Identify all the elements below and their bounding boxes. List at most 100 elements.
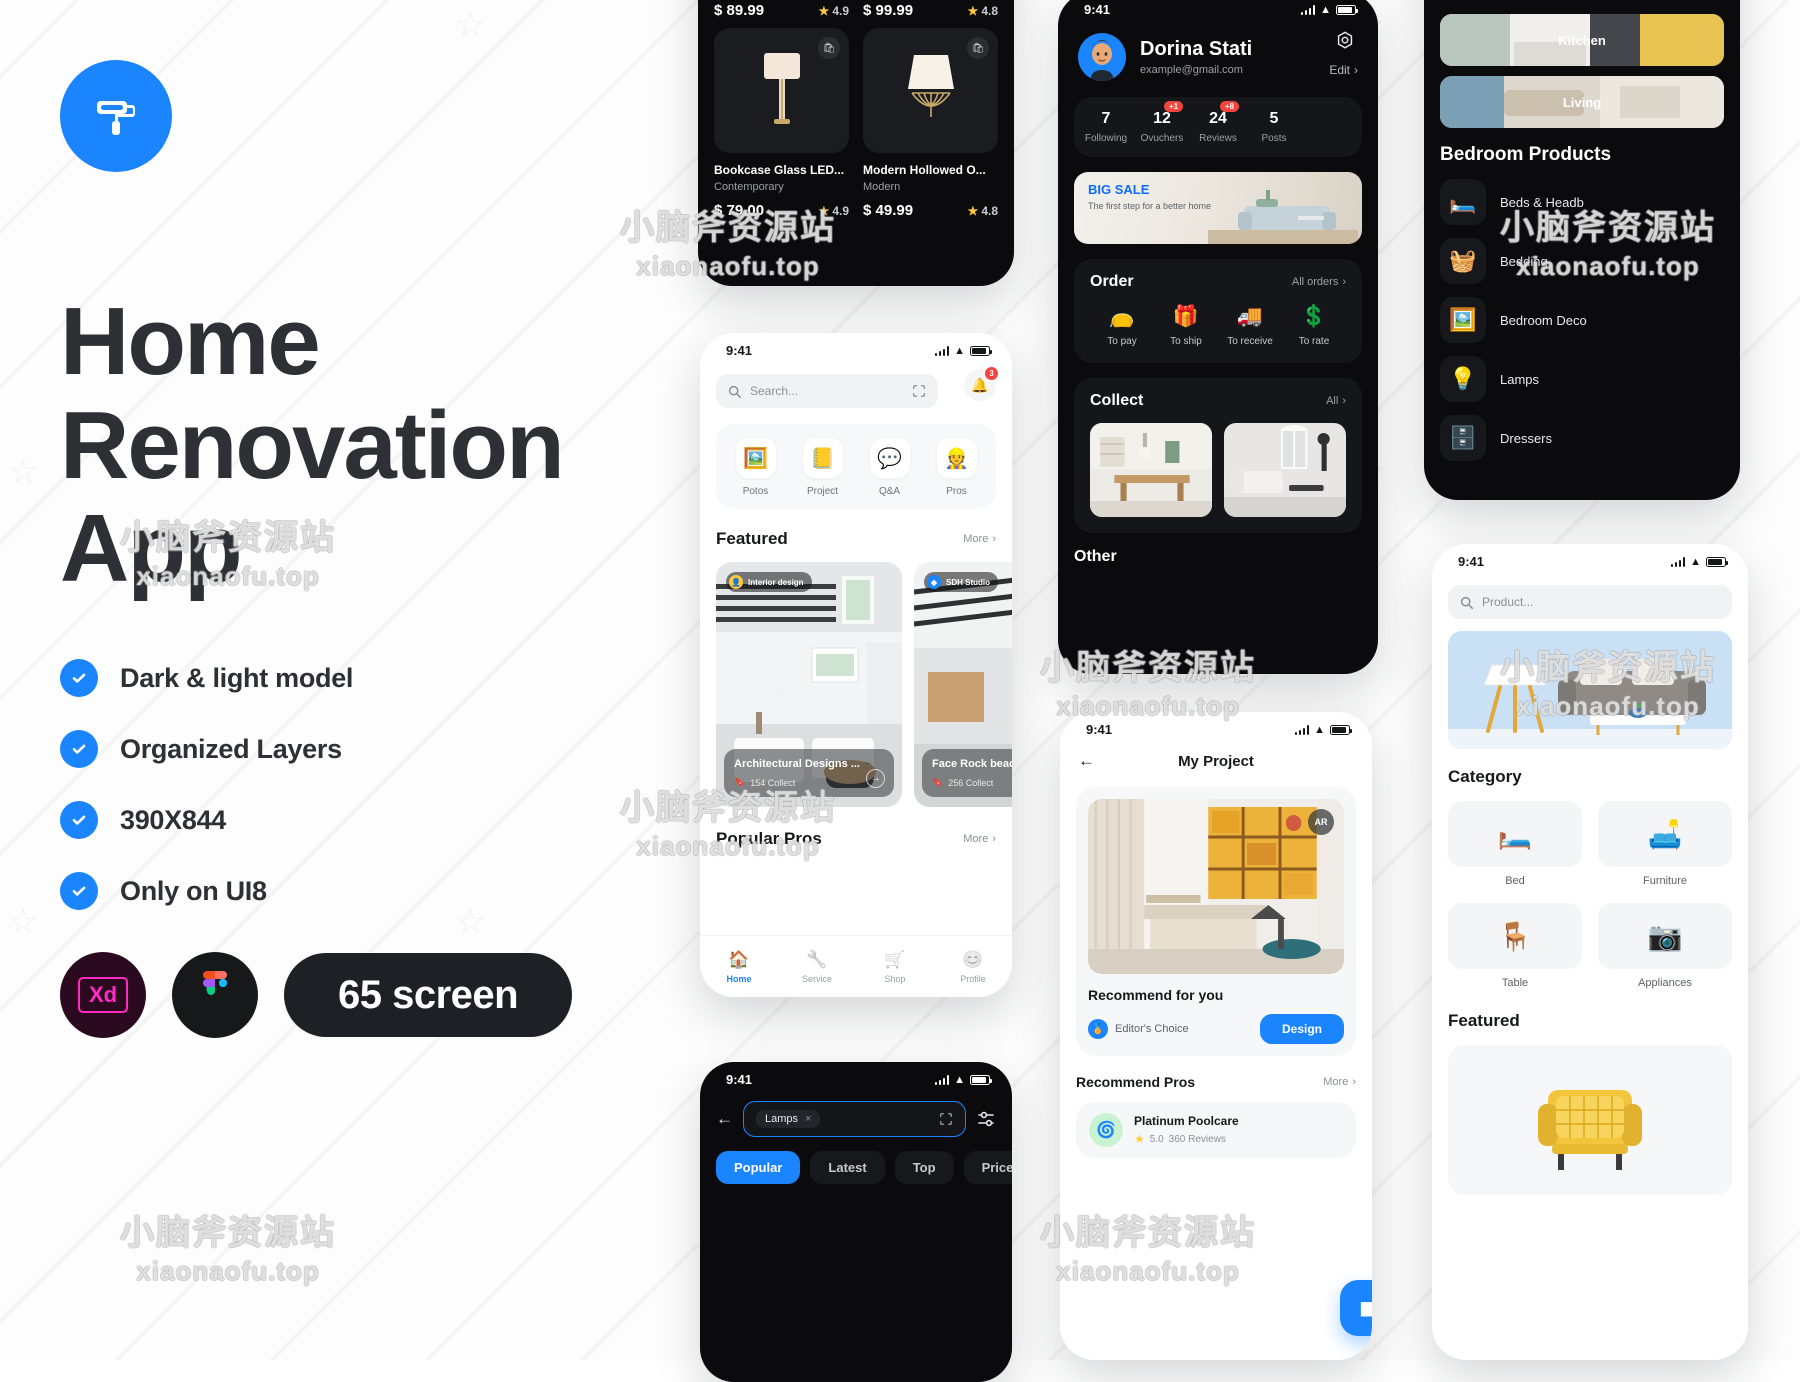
notifications-button[interactable]: 🔔 3 [964,367,998,401]
stat-ovuchers[interactable]: +1 12 Ovuchers [1134,101,1190,144]
shop-category-table[interactable]: 🪑 Table [1448,903,1582,989]
product-grid: $ 89.99 ★ 4.9 🛍 Bookcase Glass LED... Co… [698,2,1014,219]
product-rating: ★ 4.9 [818,3,849,18]
ar-cube-fab[interactable]: ◼ [1340,1280,1372,1336]
ar-button[interactable]: AR [1308,809,1334,835]
search-chip[interactable]: Lamps × [756,1110,821,1128]
banner-illustration [1208,190,1358,244]
back-button[interactable]: ← [716,1109,733,1129]
big-sale-banner[interactable]: BIG SALE The first step for a better hom… [1074,172,1362,244]
product-category: Contemporary [714,181,784,193]
tab-profile[interactable]: 😊 Profile [934,950,1012,984]
collect-thumb[interactable] [1224,423,1346,517]
order-to-pay[interactable]: 👝 To pay [1090,305,1154,347]
shopping-bag-icon[interactable]: 🛍 [967,37,989,59]
stat-following[interactable]: 7 Following [1078,110,1134,144]
shop-category-appliances[interactable]: 📷 Appliances [1598,903,1732,989]
pro-reviews: 360 Reviews [1168,1133,1226,1145]
category-bedroom-decor[interactable]: 🖼️ Bedroom Deco [1440,297,1724,343]
close-icon[interactable]: × [805,1113,811,1125]
check-icon [60,872,98,911]
featured-title: Featured [716,529,788,548]
featured-product-card[interactable] [1448,1045,1732,1195]
order-to-rate[interactable]: 💲 To rate [1282,305,1346,347]
featured-overlay: Architectural Designs ... 🔖 154 Collect … [724,749,894,797]
product-card[interactable]: $ 89.99 ★ 4.9 🛍 Bookcase Glass LED... Co… [714,2,849,219]
scan-icon[interactable] [939,1112,953,1126]
nav-header: ← My Project [1060,741,1372,771]
screens-count-pill: 65 screen [284,953,573,1038]
quick-action-pros[interactable]: 👷 Pros [923,438,990,497]
search-input[interactable]: Lamps × [743,1101,966,1137]
featured-collect: 154 Collect [750,777,796,788]
category-dressers[interactable]: 🗄️ Dressers [1440,415,1724,461]
quick-action-qa[interactable]: 💬 Q&A [856,438,923,497]
gear-icon[interactable] [1334,30,1356,52]
profile-icon: 😊 [962,949,984,969]
recommend-pros-more-link[interactable]: More › [1323,1076,1356,1088]
dresser-icon: 🗄️ [1440,415,1486,461]
project-image[interactable]: AR [1088,799,1344,974]
order-to-ship[interactable]: 🎁 To ship [1154,305,1218,347]
category-lamps[interactable]: 💡 Lamps [1440,356,1724,402]
sliders-icon[interactable] [976,1109,996,1129]
collect-all-link[interactable]: All › [1326,395,1346,407]
search-input[interactable]: Search... [716,374,938,408]
collect-thumb[interactable] [1090,423,1212,517]
phone-shop-screen: 9:41 ▲ Product... Category 🛏️ Bed 🛋️ Fur… [1432,544,1748,1360]
battery-icon [1336,4,1358,15]
design-button[interactable]: Design [1259,1014,1344,1044]
featured-carousel: 👤 Interior design Architectural Designs … [716,562,1012,807]
quick-action-project[interactable]: 📒 Project [789,438,856,497]
filter-price[interactable]: Price ▾ [963,1151,1012,1184]
product-card[interactable]: $ 99.99 ★ 4.8 🛍 Modern Hollowed O... Mod… [863,2,998,219]
status-bar: 9:41 ▲ [1060,712,1372,741]
room-living[interactable]: Living [1440,76,1724,128]
featured-overlay: Face Rock beac 🔖 256 Collect [922,749,1012,797]
tab-service[interactable]: 🔧 Service [778,950,856,984]
popular-pros-more-link[interactable]: More › [963,833,996,845]
popular-pros-header: Popular Pros More › [716,829,996,849]
room-kitchen[interactable]: Kitchen [1440,14,1724,66]
featured-more-link[interactable]: More › [963,533,996,545]
feature-item: Only on UI8 [60,872,700,911]
all-orders-link[interactable]: All orders › [1292,276,1346,288]
popular-pros-title: Popular Pros [716,829,822,848]
search-input[interactable]: Product... [1448,585,1732,619]
featured-arrow-icon[interactable]: → [866,769,885,788]
category-bedding[interactable]: 🧺 Bedding [1440,238,1724,284]
shop-category-furniture[interactable]: 🛋️ Furniture [1598,801,1732,887]
stat-reviews[interactable]: +8 24 Reviews [1190,101,1246,144]
filter-popular[interactable]: Popular [716,1151,801,1184]
shopping-bag-icon[interactable]: 🛍 [818,37,840,59]
pro-list-item[interactable]: 🌀 Platinum Poolcare ★ 5.0 360 Reviews [1076,1102,1356,1158]
stat-posts[interactable]: 5 Posts [1246,110,1302,144]
filter-latest[interactable]: Latest [810,1151,885,1184]
table-icon: 🪑 [1448,903,1582,969]
scan-icon[interactable] [912,384,926,398]
shop-category-bed[interactable]: 🛏️ Bed [1448,801,1582,887]
adobe-xd-badge[interactable]: Xd [60,952,146,1039]
shop-hero-banner[interactable] [1448,631,1732,749]
star-icon: ★ [967,203,979,218]
paint-roller-icon [97,101,135,135]
feature-label: Organized Layers [120,733,342,764]
figma-badge[interactable] [172,952,258,1039]
category-beds[interactable]: 🛏️ Beds & Headb [1440,179,1724,225]
quick-action-potos[interactable]: 🖼️ Potos [722,438,789,497]
back-button[interactable]: ← [1078,751,1095,771]
order-to-receive[interactable]: 🚚 To receive [1218,305,1282,347]
featured-card[interactable]: ◆ SDH Studio Face Rock beac 🔖 256 Collec… [914,562,1012,807]
battery-icon [1330,724,1352,735]
recommend-pros-title: Recommend Pros [1076,1074,1196,1090]
sofa-icon: 🛋️ [1598,801,1732,867]
tab-home[interactable]: 🏠 Home [700,950,778,984]
tab-shop[interactable]: 🛒 Shop [856,950,934,984]
featured-card[interactable]: 👤 Interior design Architectural Designs … [716,562,902,807]
edit-profile-button[interactable]: Edit › [1329,63,1358,81]
search-icon [728,385,741,398]
filter-top[interactable]: Top [894,1151,954,1184]
star-icon: ★ [818,3,830,18]
status-time: 9:41 [726,343,753,358]
avatar[interactable] [1078,33,1126,81]
